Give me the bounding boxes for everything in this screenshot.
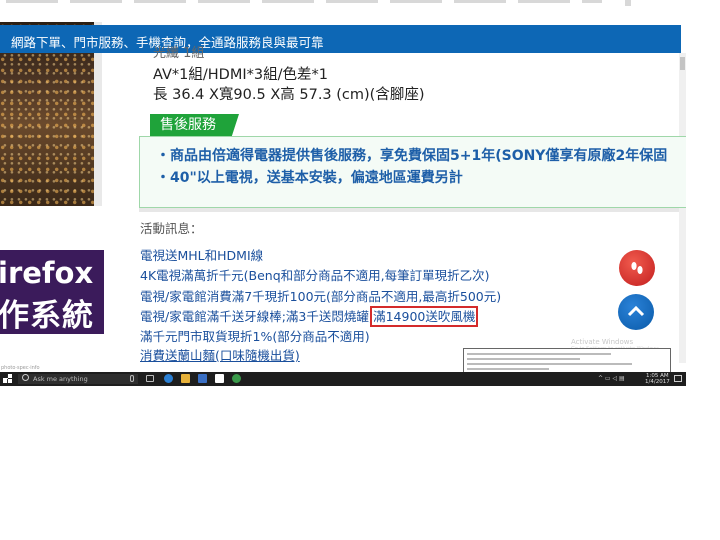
- footprint-button[interactable]: [619, 250, 655, 286]
- activity-link[interactable]: 電視/家電館滿千送牙線棒;滿3千送悶燒罐;: [140, 309, 373, 324]
- office-icon[interactable]: [215, 374, 224, 383]
- file-explorer-icon[interactable]: [181, 374, 190, 383]
- tab-stub[interactable]: [582, 0, 602, 3]
- tab-stub[interactable]: [454, 0, 506, 3]
- store-icon[interactable]: [198, 374, 207, 383]
- activity-link[interactable]: 電視送MHL和HDMI線: [140, 245, 263, 264]
- spec-line-cut: 光纖 1組: [153, 46, 205, 61]
- tab-stub[interactable]: [70, 0, 122, 3]
- footprint-icon: [631, 262, 643, 274]
- browser-tab-strip: [0, 0, 690, 10]
- action-center-icon[interactable]: [674, 375, 682, 382]
- section-divider: [139, 208, 679, 212]
- activity-label: 活動訊息：: [140, 221, 203, 236]
- screenshot-frame: irefox 作系統 photo·spec·info 網路下單、門市服務、手機查…: [0, 22, 686, 386]
- scrollbar-thumb[interactable]: [680, 57, 685, 70]
- windows-start-icon[interactable]: [3, 374, 12, 383]
- task-view-icon[interactable]: [146, 375, 154, 382]
- spec-ports: AV*1組/HDMI*3組/色差*1: [153, 67, 328, 83]
- tab-stub[interactable]: [390, 0, 442, 3]
- tab-stub[interactable]: [6, 0, 58, 3]
- activity-link-row: 電視/家電館滿千送牙線棒;滿3千送悶燒罐;滿14900送吹風機: [140, 306, 479, 327]
- tab-stub[interactable]: [326, 0, 378, 3]
- activity-link[interactable]: 4K電視滿萬折千元(Benq和部分商品不適用,每筆訂單現折乙次): [140, 265, 490, 284]
- notice-popup: [463, 348, 671, 374]
- warranty-text: ・商品由倍適得電器提供售後服務，享免費保固5+1年(SONY僅享有原廠2年保固: [156, 148, 668, 164]
- notice-text-bar: [467, 353, 612, 355]
- tab-stub[interactable]: [518, 0, 570, 3]
- microphone-icon[interactable]: [130, 375, 134, 382]
- promo-line-1: irefox: [0, 256, 94, 290]
- image-caption: photo·spec·info: [1, 365, 40, 371]
- windows-taskbar: Ask me anything ^ ▭ ◁ ▤ 1:05 AM 1/4/2017: [0, 372, 686, 386]
- back-to-top-button[interactable]: [618, 294, 654, 330]
- notice-text-bar: [467, 363, 632, 365]
- edge-browser-icon[interactable]: [164, 374, 173, 383]
- app-icon[interactable]: [232, 374, 241, 383]
- firefox-promo-banner[interactable]: irefox 作系統: [0, 250, 104, 334]
- tab-stub[interactable]: [198, 0, 250, 3]
- tab-stub[interactable]: [262, 0, 314, 3]
- notice-text-bar: [467, 368, 550, 370]
- watermark-title: Activate Windows: [571, 338, 634, 346]
- new-tab-stub[interactable]: [625, 0, 631, 6]
- search-icon: [22, 374, 29, 381]
- spec-dimensions: 長 36.4 X寬90.5 X高 57.3 (cm)(含腳座): [153, 87, 425, 103]
- installation-text: ・40"以上電視，送基本安裝，偏遠地區運費另計: [156, 170, 463, 186]
- chevron-up-icon: [627, 305, 645, 317]
- activity-link[interactable]: 電視/家電館消費滿7千現折100元(部分商品不適用,最高折500元): [140, 286, 501, 305]
- tab-stub[interactable]: [134, 0, 186, 3]
- system-tray-icons[interactable]: ^ ▭ ◁ ▤: [598, 374, 625, 384]
- after-sales-tag: 售後服務: [150, 114, 239, 136]
- clock-date: 1/4/2017: [645, 379, 670, 385]
- taskbar-search-box[interactable]: Ask me anything: [18, 374, 138, 384]
- top-banner: 網路下單、門市服務、手機查詢，全通路服務良與最可靠: [0, 25, 681, 53]
- promo-line-2: 作系統: [0, 298, 94, 334]
- taskbar-search-placeholder: Ask me anything: [33, 375, 88, 383]
- after-sales-box: ・商品由倍適得電器提供售後服務，享免費保固5+1年(SONY僅享有原廠2年保固 …: [139, 136, 686, 208]
- activity-link[interactable]: 消費送蘭山麵(口味隨機出貨): [140, 345, 300, 364]
- highlighted-activity-link[interactable]: 滿14900送吹風機: [370, 306, 479, 327]
- activity-link[interactable]: 滿千元門市取貨現折1%(部分商品不適用): [140, 326, 370, 345]
- notice-text-bar: [467, 358, 581, 360]
- taskbar-clock[interactable]: 1:05 AM 1/4/2017: [645, 373, 670, 385]
- page-scrollbar[interactable]: [679, 53, 686, 363]
